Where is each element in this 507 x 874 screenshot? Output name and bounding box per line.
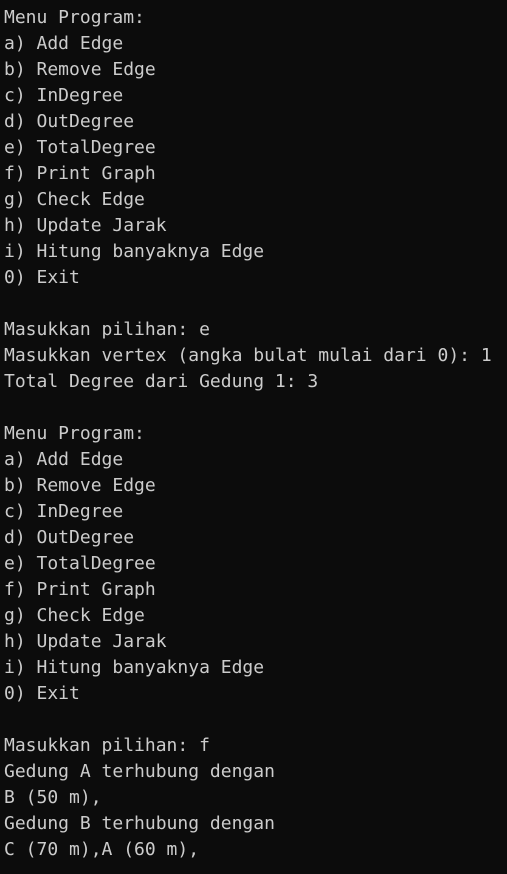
- terminal-output[interactable]: Menu Program: a) Add Edge b) Remove Edge…: [0, 0, 507, 874]
- menu-option-print-graph: f) Print Graph: [4, 579, 156, 600]
- menu-option-outdegree: d) OutDegree: [4, 111, 135, 132]
- menu-title: Menu Program:: [4, 7, 145, 28]
- vertex-prompt: Masukkan vertex (angka bulat mulai dari …: [4, 345, 492, 366]
- graph-output-line: Gedung A terhubung dengan: [4, 761, 275, 782]
- menu-option-check-edge: g) Check Edge: [4, 605, 145, 626]
- menu-option-hitung-edge: i) Hitung banyaknya Edge: [4, 657, 265, 678]
- total-degree-result: Total Degree dari Gedung 1: 3: [4, 371, 319, 392]
- menu-option-remove-edge: b) Remove Edge: [4, 59, 156, 80]
- graph-output-line: C (70 m),A (60 m),: [4, 839, 200, 860]
- menu-option-check-edge: g) Check Edge: [4, 189, 145, 210]
- menu-option-hitung-edge: i) Hitung banyaknya Edge: [4, 241, 265, 262]
- menu-option-exit: 0) Exit: [4, 683, 80, 704]
- menu-option-totaldegree: e) TotalDegree: [4, 553, 156, 574]
- menu-option-add-edge: a) Add Edge: [4, 449, 124, 470]
- choice-prompt: Masukkan pilihan: f: [4, 735, 210, 756]
- graph-output-line: Gedung B terhubung dengan: [4, 813, 275, 834]
- menu-option-print-graph: f) Print Graph: [4, 163, 156, 184]
- menu-option-update-jarak: h) Update Jarak: [4, 631, 167, 652]
- menu-title: Menu Program:: [4, 423, 145, 444]
- choice-prompt: Masukkan pilihan: e: [4, 319, 210, 340]
- menu-option-exit: 0) Exit: [4, 267, 80, 288]
- menu-option-remove-edge: b) Remove Edge: [4, 475, 156, 496]
- menu-option-indegree: c) InDegree: [4, 85, 124, 106]
- menu-option-outdegree: d) OutDegree: [4, 527, 135, 548]
- menu-option-indegree: c) InDegree: [4, 501, 124, 522]
- menu-option-update-jarak: h) Update Jarak: [4, 215, 167, 236]
- menu-option-totaldegree: e) TotalDegree: [4, 137, 156, 158]
- graph-output-line: B (50 m),: [4, 787, 102, 808]
- menu-option-add-edge: a) Add Edge: [4, 33, 124, 54]
